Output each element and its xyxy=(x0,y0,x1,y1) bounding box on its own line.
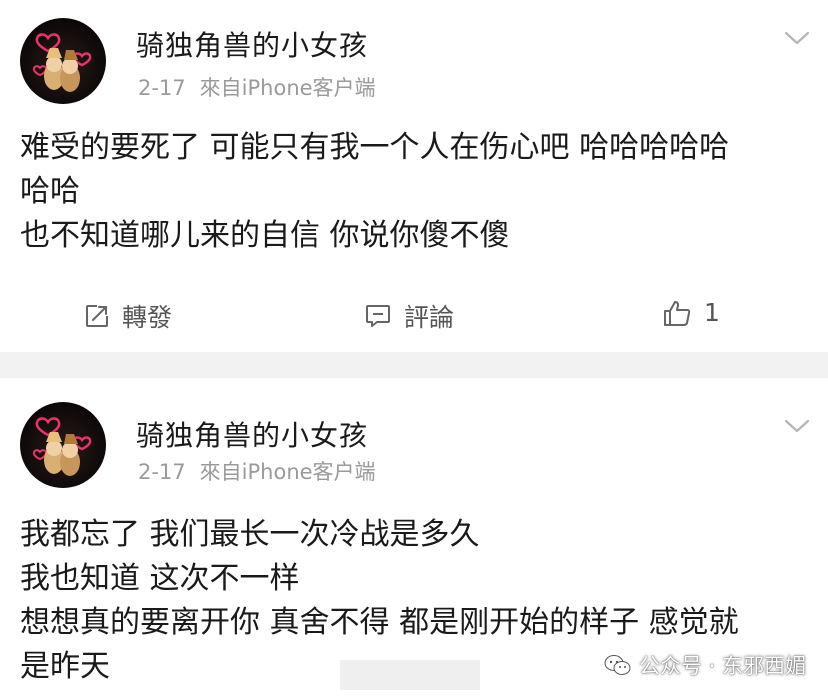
watermark: 公众号 · 东邪西媚 xyxy=(603,650,806,680)
post-text-line: 想想真的要离开你 真舍不得 都是刚开始的样子 感觉就 xyxy=(20,605,739,640)
wechat-icon xyxy=(604,655,631,675)
like-count: 1 xyxy=(704,298,720,327)
username[interactable]: 骑独角兽的小女孩 xyxy=(136,24,368,64)
avatar[interactable] xyxy=(20,402,106,488)
post-content: 难受的要死了 可能只有我一个人在伤心吧 哈哈哈哈哈 哈哈 也不知道哪儿来的自信 … xyxy=(20,126,804,258)
repost-icon xyxy=(86,305,108,327)
comment-button[interactable]: 評論 xyxy=(364,298,454,334)
watermark-text: 公众号 · 东邪西媚 xyxy=(638,654,806,678)
post-source: 來自iPhone客户端 xyxy=(199,460,376,484)
avatar-heart-icon xyxy=(32,33,92,92)
feed-separator xyxy=(0,352,828,378)
post-text-line: 我也知道 这次不一样 xyxy=(20,561,300,596)
post-meta: 2-17 來自iPhone客户端 xyxy=(138,456,376,486)
weibo-post-1: 骑独角兽的小女孩 2-17 來自iPhone客户端 难受的要死了 可能只有我一个人… xyxy=(0,0,828,352)
post-text-line: 我都忘了 我们最长一次冷战是多久 xyxy=(20,517,480,552)
post-text-line: 也不知道哪儿来的自信 你说你傻不傻 xyxy=(20,218,510,253)
post-source: 來自iPhone客户端 xyxy=(199,76,376,100)
post-text-line: 哈哈 xyxy=(20,174,80,209)
comment-label: 評論 xyxy=(404,303,455,332)
post-actions: 轉發 評論 1 xyxy=(0,294,828,342)
comment-icon xyxy=(366,305,390,327)
repost-label: 轉發 xyxy=(122,303,173,332)
like-icon xyxy=(664,300,691,326)
avatar-heart-icon xyxy=(32,417,92,476)
post-date: 2-17 xyxy=(138,460,186,484)
repost-button[interactable]: 轉發 xyxy=(84,298,172,334)
chevron-down-icon[interactable] xyxy=(784,30,810,46)
avatar[interactable] xyxy=(20,18,106,104)
blurred-placeholder xyxy=(340,660,480,690)
username[interactable]: 骑独角兽的小女孩 xyxy=(136,414,368,454)
like-button[interactable]: 1 xyxy=(662,298,720,327)
post-meta: 2-17 來自iPhone客户端 xyxy=(138,72,376,102)
chevron-down-icon[interactable] xyxy=(784,418,810,434)
post-date: 2-17 xyxy=(138,76,186,100)
post-text-line: 难受的要死了 可能只有我一个人在伤心吧 哈哈哈哈哈 xyxy=(20,130,730,165)
